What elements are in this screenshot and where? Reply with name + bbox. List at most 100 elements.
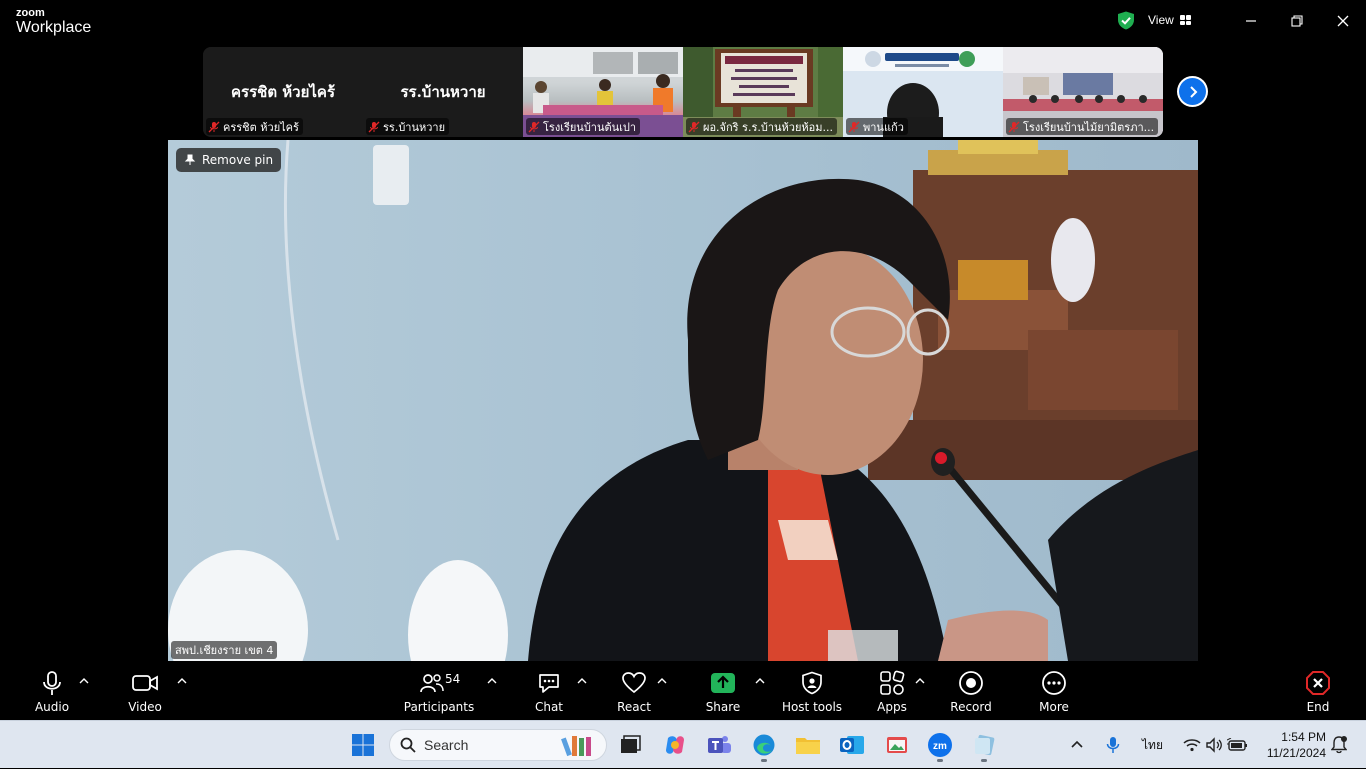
react-options-caret-icon[interactable] — [656, 675, 668, 687]
muted-mic-icon — [528, 121, 540, 132]
audio-button[interactable]: Audio — [34, 669, 70, 714]
participant-display-name: รร.บ้านหวาย — [400, 83, 486, 101]
minimize-icon — [1246, 20, 1256, 22]
clock-date: 11/21/2024 — [1266, 746, 1326, 760]
host-shield-icon — [802, 671, 822, 695]
task-view-icon — [621, 735, 641, 753]
zoom-workplace-logo: zoom Workplace — [16, 8, 91, 36]
outlook-button[interactable] — [837, 730, 867, 760]
record-button[interactable]: Record — [950, 669, 992, 714]
teams-icon — [708, 736, 731, 753]
show-hidden-icons-chevron-up-icon[interactable] — [1070, 738, 1084, 752]
muted-mic-icon — [688, 121, 700, 132]
svg-text:zm: zm — [933, 741, 947, 752]
pinned-video[interactable]: Remove pin สพป.เชียงราย เขต 4 — [168, 140, 1198, 661]
apps-options-caret-icon[interactable] — [914, 675, 926, 687]
remove-pin-label: Remove pin — [202, 153, 274, 167]
zoom-meeting-window: zoom Workplace View ครรชิต ห้วยไคร้ ครรช… — [0, 0, 1366, 720]
muted-mic-icon — [208, 121, 220, 132]
participant-tile[interactable]: โรงเรียนบ้านไม้ยามิตรภา... — [1003, 47, 1163, 137]
chat-label: Chat — [534, 700, 564, 714]
view-label: View — [1148, 13, 1174, 27]
meeting-controls: Audio Video 54 Participants Chat React S… — [0, 661, 1366, 720]
react-button[interactable]: React — [617, 669, 651, 714]
restore-button[interactable] — [1283, 8, 1311, 34]
participant-caption: ครรชิต ห้วยไคร้ — [206, 118, 303, 135]
chat-button[interactable]: Chat — [534, 669, 564, 714]
chat-options-caret-icon[interactable] — [576, 675, 588, 687]
share-button[interactable]: Share — [705, 669, 741, 714]
participants-icon — [420, 674, 444, 693]
participant-tile[interactable]: ครรชิต ห้วยไคร้ ครรชิต ห้วยไคร้ — [203, 47, 363, 137]
photos-app-icon — [887, 737, 907, 753]
share-options-caret-icon[interactable] — [754, 675, 766, 687]
windows-taskbar: Search zm ไทย 1:54 PM 11/21/2024 — [0, 720, 1366, 768]
edge-browser-button[interactable] — [749, 730, 779, 762]
folder-icon — [796, 738, 820, 754]
video-camera-icon — [132, 675, 158, 691]
search-placeholder: Search — [424, 737, 469, 753]
view-button[interactable]: View — [1148, 10, 1191, 30]
share-screen-icon — [711, 673, 735, 693]
participant-tile[interactable]: โรงเรียนบ้านต้นเปา — [523, 47, 683, 137]
audio-options-caret-icon[interactable] — [78, 675, 90, 687]
taskbar-clock[interactable]: 1:54 PM 11/21/2024 — [1258, 729, 1326, 761]
remote-desktop-button[interactable] — [882, 730, 912, 760]
battery-icon[interactable] — [1226, 738, 1249, 752]
remove-pin-button[interactable]: Remove pin — [176, 148, 282, 172]
close-window-button[interactable] — [1329, 8, 1357, 34]
task-view-button[interactable] — [615, 730, 645, 760]
pin-icon — [184, 154, 196, 165]
zoom-app-button[interactable]: zm — [925, 730, 955, 762]
host-tools-button[interactable]: Host tools — [781, 669, 843, 714]
participants-button[interactable]: 54 Participants — [403, 669, 475, 714]
running-indicator — [761, 759, 767, 762]
apps-label: Apps — [877, 700, 907, 714]
participant-caption-text: โรงเรียนบ้านไม้ยามิตรภา... — [1023, 120, 1155, 134]
share-label: Share — [705, 700, 741, 714]
end-meeting-button[interactable]: End — [1302, 669, 1334, 714]
teams-button[interactable] — [704, 730, 734, 760]
participant-caption: พานแก้ว — [846, 118, 908, 135]
microphone-in-use-icon[interactable] — [1106, 736, 1120, 754]
participant-tile[interactable]: พานแก้ว — [843, 47, 1003, 137]
muted-mic-icon — [368, 121, 380, 132]
participant-caption-text: รร.บ้านหวาย — [383, 120, 446, 134]
start-button[interactable] — [348, 730, 378, 760]
participant-tile[interactable]: รร.บ้านหวาย รร.บ้านหวาย — [363, 47, 523, 137]
audio-label: Audio — [34, 700, 70, 714]
volume-icon[interactable] — [1205, 737, 1225, 753]
participants-label: Participants — [403, 700, 475, 714]
participant-tile[interactable]: ผอ.จักริ ร.ร.บ้านห้วยห้อม... — [683, 47, 843, 137]
encryption-shield-icon[interactable] — [1117, 11, 1135, 30]
file-explorer-button[interactable] — [793, 730, 823, 760]
running-indicator — [937, 759, 943, 762]
participant-caption-text: ผอ.จักริ ร.ร.บ้านห้วยห้อม... — [703, 120, 834, 134]
minimize-button[interactable] — [1237, 8, 1265, 34]
close-icon — [1337, 15, 1349, 27]
more-label: More — [1039, 700, 1069, 714]
copilot-button[interactable] — [660, 730, 690, 760]
host-tools-label: Host tools — [781, 700, 843, 714]
apps-icon — [880, 670, 905, 695]
copilot-icon — [666, 736, 684, 754]
taskbar-search-box[interactable]: Search — [389, 729, 607, 761]
search-icon — [400, 737, 416, 753]
video-options-caret-icon[interactable] — [176, 675, 188, 687]
heart-icon — [622, 672, 646, 694]
participant-caption-text: พานแก้ว — [863, 120, 904, 134]
input-language-indicator[interactable]: ไทย — [1142, 736, 1163, 755]
video-button[interactable]: Video — [126, 669, 164, 714]
edge-icon — [753, 734, 775, 756]
participant-caption: รร.บ้านหวาย — [366, 118, 450, 135]
participants-options-caret-icon[interactable] — [486, 675, 498, 687]
apps-button[interactable]: Apps — [876, 669, 908, 714]
more-button[interactable]: More — [1038, 669, 1070, 714]
running-indicator — [981, 759, 987, 762]
system-tray: ไทย — [1070, 721, 1249, 769]
notes-app-button[interactable] — [969, 730, 999, 762]
notification-bell-icon[interactable] — [1331, 736, 1347, 754]
wifi-icon[interactable] — [1183, 738, 1201, 752]
title-bar: zoom Workplace View — [0, 0, 1366, 42]
next-page-button[interactable] — [1177, 76, 1208, 107]
